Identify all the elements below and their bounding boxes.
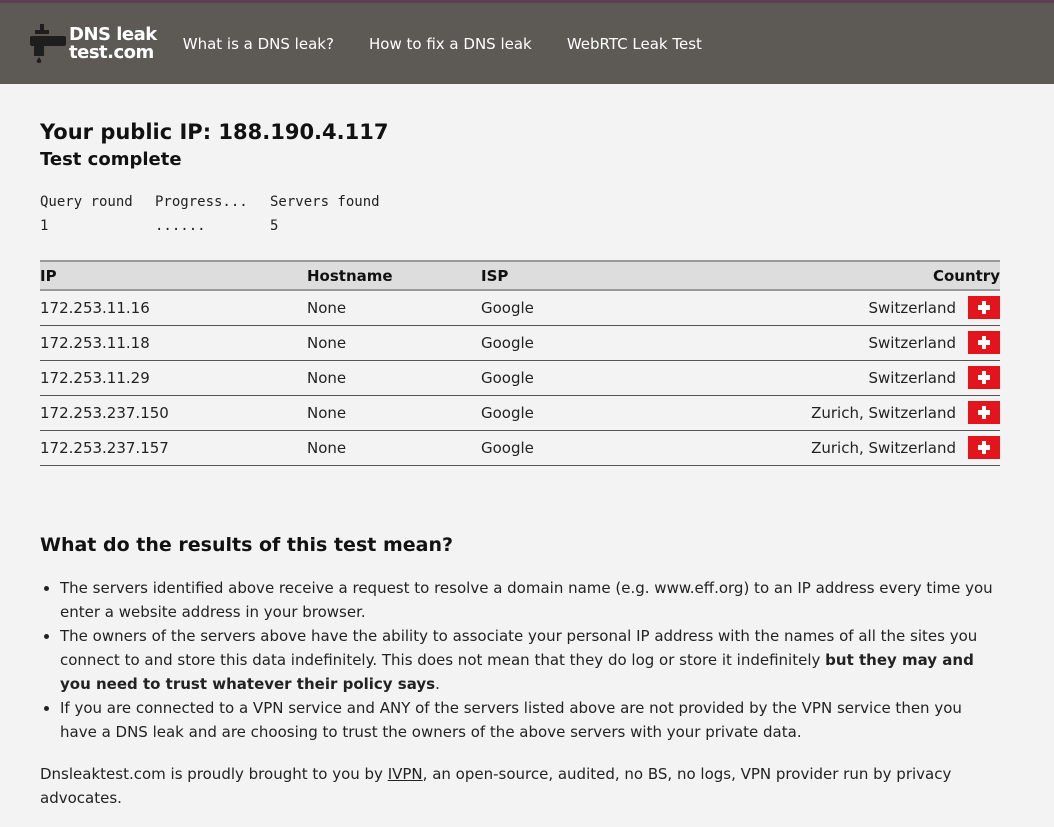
cell-ip: 172.253.11.29 [40,360,307,396]
main-content: Your public IP: 188.190.4.117 Test compl… [0,118,1054,810]
list-item: The servers identified above receive a r… [60,576,999,624]
table-row: 172.253.11.16 None Google Switzerland [40,290,1000,326]
column-header-country: Country [681,260,1000,291]
swiss-flag-icon [968,400,1000,424]
country-label: Zurich, Switzerland [811,438,956,457]
cell-hostname: None [307,325,481,361]
progress-header-servers: Servers found [270,194,380,210]
table-row: 172.253.237.150 None Google Zurich, Swit… [40,395,1000,431]
cell-isp: Google [481,360,681,396]
cell-ip: 172.253.11.18 [40,325,307,361]
cell-isp: Google [481,395,681,431]
footer-text: Dnsleaktest.com is proudly brought to yo… [40,762,999,810]
results-explanation-heading: What do the results of this test mean? [40,534,453,556]
country-label: Switzerland [868,298,957,317]
site-logo[interactable]: DNS leak test.com [30,23,157,64]
list-item: The owners of the servers above have the… [60,624,999,696]
nav-webrtc-leak-test[interactable]: WebRTC Leak Test [567,35,702,53]
progress-value-round: 1 [40,218,49,234]
country-label: Switzerland [868,368,957,387]
table-row: 172.253.11.29 None Google Switzerland [40,360,1000,396]
page-title: Your public IP: 188.190.4.117 [40,120,389,144]
cell-country: Switzerland [681,325,1000,361]
table-header-row: IP Hostname ISP Country [40,260,1000,291]
swiss-flag-icon [968,435,1000,459]
progress-block: Query round Progress... Servers found 1 … [40,190,999,238]
cell-ip: 172.253.11.16 [40,290,307,326]
cell-country: Zurich, Switzerland [681,395,1000,431]
cell-country: Switzerland [681,290,1000,326]
logo-text-line2: test.com [69,41,154,63]
table-row: 172.253.237.157 None Google Zurich, Swit… [40,430,1000,466]
logo-text-line1: DNS leak [69,23,157,45]
footer-text-before: Dnsleaktest.com is proudly brought to yo… [40,765,388,783]
results-explanation-list: The servers identified above receive a r… [40,576,999,744]
cell-country: Zurich, Switzerland [681,430,1000,466]
cell-hostname: None [307,430,481,466]
progress-header-round: Query round [40,194,133,210]
nav-what-is-dns-leak[interactable]: What is a DNS leak? [183,35,334,53]
swiss-flag-icon [968,365,1000,389]
ivpn-link[interactable]: IVPN [388,765,423,783]
swiss-flag-icon [968,295,1000,319]
site-header: DNS leak test.com What is a DNS leak? Ho… [0,3,1054,84]
column-header-ip: IP [40,260,307,291]
cell-isp: Google [481,290,681,326]
results-table: IP Hostname ISP Country 172.253.11.16 No… [40,260,1000,466]
faucet-icon [30,23,66,63]
list-item: If you are connected to a VPN service an… [60,696,999,744]
progress-value-progress: ...... [155,218,206,234]
test-status: Test complete [40,149,182,170]
nav-how-to-fix[interactable]: How to fix a DNS leak [369,35,532,53]
progress-header-progress: Progress... [155,194,248,210]
cell-hostname: None [307,290,481,326]
main-nav: What is a DNS leak? How to fix a DNS lea… [183,34,732,53]
swiss-flag-icon [968,330,1000,354]
cell-hostname: None [307,360,481,396]
cell-isp: Google [481,430,681,466]
column-header-hostname: Hostname [307,260,481,291]
column-header-isp: ISP [481,260,681,291]
cell-hostname: None [307,395,481,431]
country-label: Zurich, Switzerland [811,403,956,422]
bullet2-end: . [435,675,440,693]
country-label: Switzerland [868,333,957,352]
cell-ip: 172.253.237.157 [40,430,307,466]
cell-isp: Google [481,325,681,361]
table-row: 172.253.11.18 None Google Switzerland [40,325,1000,361]
cell-country: Switzerland [681,360,1000,396]
cell-ip: 172.253.237.150 [40,395,307,431]
progress-value-servers: 5 [270,218,279,234]
